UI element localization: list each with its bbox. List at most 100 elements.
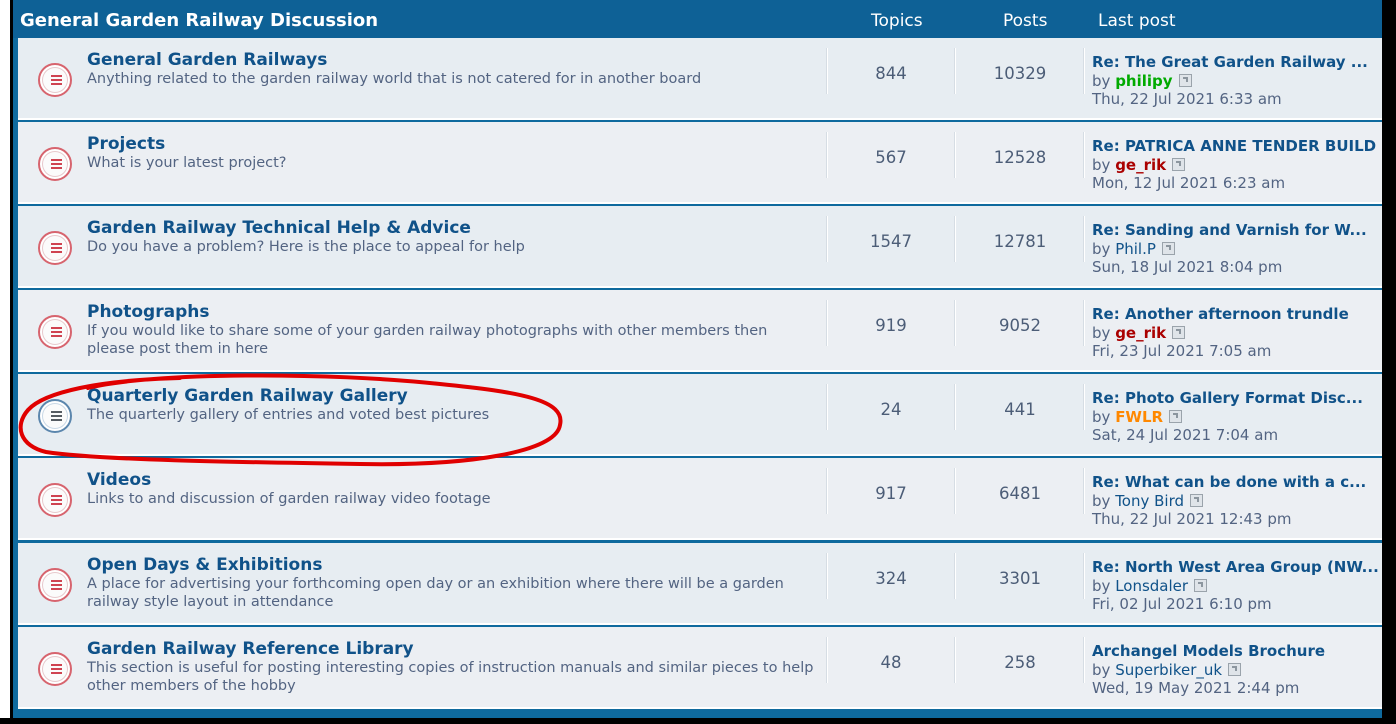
posts-count: 9052 [999,316,1041,335]
topics-column-header: Topics [871,11,923,31]
forum-title-link[interactable]: Garden Railway Reference Library [87,639,414,659]
last-post-time: Wed, 19 May 2021 2:44 pm [1092,679,1300,697]
last-post-author-line: by Lonsdaler [1092,577,1208,595]
last-post-author-line: by ge_rik [1092,324,1186,342]
last-post-author-link[interactable]: ge_rik [1115,324,1166,342]
forum-description: Links to and discussion of garden railwa… [87,491,491,507]
last-post-title-link[interactable]: Re: North West Area Group (NW... [1092,558,1382,576]
by-label: by [1092,408,1111,426]
topics-count: 844 [875,64,907,83]
last-post-author-link[interactable]: philipy [1115,72,1172,90]
forum-list: General Garden Railways Anything related… [18,38,1382,710]
last-post-author-line: by Tony Bird [1092,492,1204,510]
view-latest-post-icon[interactable] [1178,74,1192,87]
view-latest-post-icon[interactable] [1228,663,1242,676]
by-label: by [1092,577,1111,595]
by-label: by [1092,72,1111,90]
last-post-author-line: by ge_rik [1092,156,1186,174]
forum-unread-icon [38,315,72,349]
forum-row: Open Days & Exhibitions A place for adve… [18,543,1382,625]
forum-row: Projects What is your latest project? 56… [18,122,1382,204]
last-post-column-header: Last post [1098,11,1176,31]
last-post-title-link[interactable]: Re: PATRICA ANNE TENDER BUILD [1092,137,1382,155]
last-post-author-link[interactable]: Lonsdaler [1115,577,1188,595]
forum-unread-icon [38,483,72,517]
last-post-author-link[interactable]: Superbiker_uk [1115,661,1222,679]
topics-count: 919 [875,316,907,335]
last-post-time: Mon, 12 Jul 2021 6:23 am [1092,174,1286,192]
forum-row: Videos Links to and discussion of garden… [18,458,1382,540]
forum-description: Do you have a problem? Here is the place… [87,239,525,255]
forum-row: Photographs If you would like to share s… [18,290,1382,372]
last-post-time: Thu, 22 Jul 2021 6:33 am [1092,90,1282,108]
view-latest-post-icon[interactable] [1169,410,1183,423]
forum-unread-icon [38,63,72,97]
last-post-title-link[interactable]: Re: Sanding and Varnish for W... [1092,221,1382,239]
by-label: by [1092,240,1111,258]
by-label: by [1092,661,1111,679]
last-post-title-link[interactable]: Re: The Great Garden Railway ... [1092,53,1382,71]
last-post-title-link[interactable]: Re: Photo Gallery Format Disc... [1092,389,1382,407]
forum-row: Garden Railway Reference Library This se… [18,627,1382,709]
view-latest-post-icon[interactable] [1172,158,1186,171]
posts-count: 441 [1004,400,1036,419]
view-latest-post-icon[interactable] [1190,494,1204,507]
posts-count: 12781 [993,232,1047,251]
last-post-author-link[interactable]: FWLR [1115,408,1163,426]
category-header: General Garden Railway Discussion Topics… [13,0,1382,38]
forum-title-link[interactable]: Videos [87,470,151,490]
forum-description: This section is useful for posting inter… [87,660,814,694]
topics-count: 24 [880,400,902,419]
last-post-time: Sat, 24 Jul 2021 7:04 am [1092,426,1279,444]
last-post-time: Fri, 02 Jul 2021 6:10 pm [1092,595,1272,613]
view-latest-post-icon[interactable] [1194,579,1208,592]
last-post-author-link[interactable]: Phil.P [1115,240,1156,258]
last-post-author-link[interactable]: Tony Bird [1115,492,1184,510]
forum-title-link[interactable]: Quarterly Garden Railway Gallery [87,386,408,406]
by-label: by [1092,324,1111,342]
forum-description: Anything related to the garden railway w… [87,71,702,87]
last-post-author-line: by Phil.P [1092,240,1175,258]
posts-count: 12528 [993,148,1047,167]
forum-description: A place for advertising your forthcoming… [87,576,784,610]
forum-title-link[interactable]: Projects [87,134,165,154]
by-label: by [1092,156,1111,174]
last-post-time: Sun, 18 Jul 2021 8:04 pm [1092,258,1283,276]
forum-unread-icon [38,231,72,265]
bottom-edge [0,718,1396,724]
forum-row: Garden Railway Technical Help & Advice D… [18,206,1382,288]
forum-description: If you would like to share some of your … [87,323,768,357]
forum-title-link[interactable]: Photographs [87,302,209,322]
posts-count: 10329 [993,64,1047,83]
forum-description: The quarterly gallery of entries and vot… [87,407,490,423]
forum-description: What is your latest project? [87,155,287,171]
forum-title-link[interactable]: General Garden Railways [87,50,327,70]
forum-title-link[interactable]: Open Days & Exhibitions [87,555,322,575]
posts-count: 6481 [999,484,1041,503]
category-title[interactable]: General Garden Railway Discussion [20,10,378,31]
last-post-time: Thu, 22 Jul 2021 12:43 pm [1092,510,1292,528]
posts-count: 258 [1004,653,1036,672]
last-post-time: Fri, 23 Jul 2021 7:05 am [1092,342,1272,360]
view-latest-post-icon[interactable] [1161,242,1175,255]
forum-unread-icon [38,568,72,602]
forum-row: Quarterly Garden Railway Gallery The qua… [18,374,1382,456]
forum-read-icon [38,399,72,433]
last-post-title-link[interactable]: Re: Another afternoon trundle [1092,305,1382,323]
topics-count: 917 [875,484,907,503]
right-edge [1382,0,1396,724]
last-post-author-line: by Superbiker_uk [1092,661,1242,679]
last-post-title-link[interactable]: Archangel Models Brochure [1092,642,1382,660]
last-post-title-link[interactable]: Re: What can be done with a c... [1092,473,1382,491]
last-post-author-line: by FWLR [1092,408,1183,426]
view-latest-post-icon[interactable] [1172,326,1186,339]
posts-count: 3301 [999,569,1041,588]
topics-count: 1547 [870,232,912,251]
topics-count: 567 [875,148,907,167]
forum-title-link[interactable]: Garden Railway Technical Help & Advice [87,218,471,238]
last-post-author-line: by philipy [1092,72,1192,90]
posts-column-header: Posts [1003,11,1048,31]
topics-count: 48 [880,653,902,672]
by-label: by [1092,492,1111,510]
last-post-author-link[interactable]: ge_rik [1115,156,1166,174]
